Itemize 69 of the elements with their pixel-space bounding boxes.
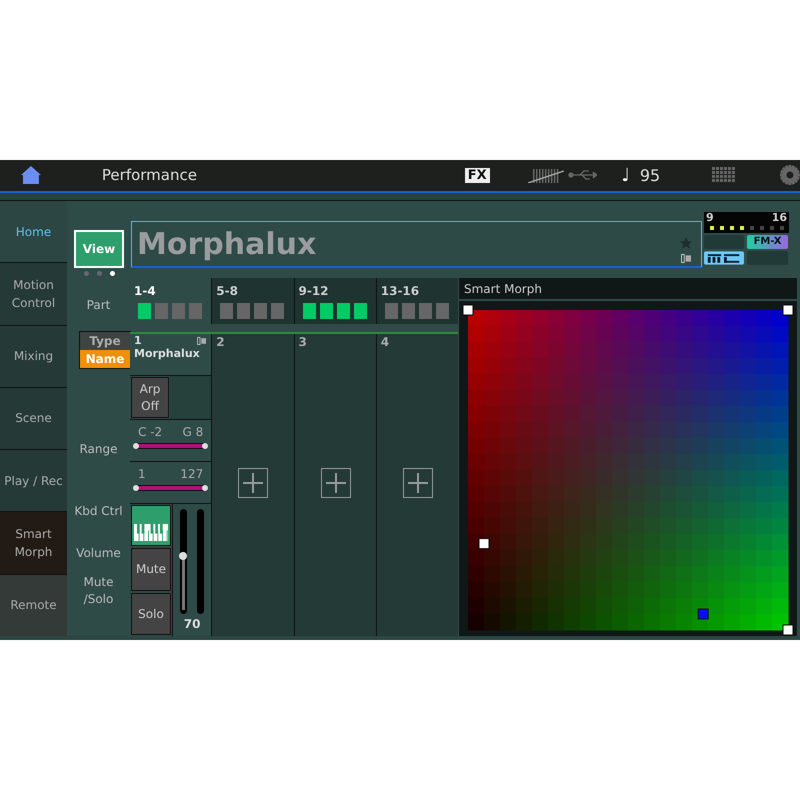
- fm-x-badge: FM-X: [747, 235, 788, 249]
- part-name-cell[interactable]: 1 Morphalux: [130, 334, 212, 376]
- morph-point[interactable]: [478, 538, 490, 550]
- row-label: Volume: [76, 546, 121, 560]
- fx-button[interactable]: FX: [464, 168, 490, 183]
- grid-icon[interactable]: [712, 167, 736, 184]
- range-end: 16: [772, 212, 787, 224]
- panel-title: Smart Morph: [459, 278, 797, 301]
- cursor-marker[interactable]: [698, 608, 709, 620]
- row-label: Mute /Solo: [82, 574, 115, 608]
- usb-icon: [568, 169, 598, 182]
- add-icon[interactable]: [320, 468, 350, 498]
- solo-button[interactable]: Solo: [131, 592, 171, 635]
- sidebar-tab[interactable]: Smart Morph: [0, 512, 67, 574]
- keyboard-meter-icon: [528, 167, 564, 184]
- row-label: Part: [86, 298, 110, 312]
- velocity-low: 1: [138, 467, 146, 481]
- note-icon: ♩: [621, 164, 630, 186]
- part-number: 2: [216, 335, 226, 349]
- range-start: 9: [706, 212, 714, 224]
- sidebar-tab[interactable]: Play / Rec: [0, 450, 67, 512]
- toggle-option[interactable]: Type: [80, 332, 130, 350]
- sidebar-tab[interactable]: Home: [0, 201, 67, 262]
- group-label: 9-12: [298, 284, 329, 298]
- add-icon[interactable]: [402, 468, 433, 498]
- sidebar-tab[interactable]: Remote: [0, 574, 67, 636]
- group-label: 5-8: [216, 284, 238, 298]
- page-title: Performance: [102, 166, 198, 184]
- row-label: Range: [79, 442, 118, 456]
- home-icon[interactable]: [21, 166, 41, 184]
- velocity-range-slider[interactable]: [136, 486, 206, 490]
- view-button[interactable]: View: [74, 230, 124, 268]
- slider-thumb[interactable]: [179, 552, 188, 560]
- group-label: 13-16: [380, 284, 420, 298]
- part-group-tab[interactable]: 9-12: [294, 278, 376, 324]
- volume-value: 70: [184, 617, 200, 631]
- note-high: G 8: [182, 425, 204, 439]
- settings-icon[interactable]: [780, 165, 800, 186]
- morph-point[interactable]: [462, 304, 474, 316]
- velocity-high: 127: [180, 467, 204, 481]
- note-range-slider[interactable]: [136, 444, 206, 448]
- sidebar-tab[interactable]: Mixing: [0, 326, 67, 387]
- part-number: 3: [298, 335, 308, 349]
- group-label: 1-4: [134, 284, 156, 298]
- sidebar-tab[interactable]: Scene: [0, 388, 67, 450]
- star-icon[interactable]: [679, 236, 693, 250]
- part-icon: [681, 254, 692, 263]
- morph-point[interactable]: [782, 304, 794, 316]
- name-field[interactable]: Morphalux: [131, 221, 702, 268]
- part-number: 1: [134, 334, 142, 347]
- part-name: Morphalux: [134, 347, 201, 360]
- arp-button[interactable]: Arp Off: [131, 377, 169, 418]
- tempo-value[interactable]: 95: [640, 166, 660, 185]
- part-group-tab[interactable]: 1-4: [130, 278, 212, 324]
- note-low: C -2: [138, 425, 162, 439]
- morph-map[interactable]: [468, 310, 788, 630]
- row-label: Kbd Ctrl: [74, 504, 123, 518]
- part-group-tab[interactable]: 13-16: [376, 278, 458, 324]
- morph-point[interactable]: [782, 624, 794, 636]
- sidebar-tab[interactable]: Motion Control: [0, 263, 67, 325]
- part-group-tab[interactable]: 5-8: [212, 278, 294, 324]
- mc-badge-icon: [704, 251, 744, 265]
- keyboard-control-button[interactable]: [131, 505, 171, 546]
- part-icon: [197, 336, 208, 344]
- mute-button[interactable]: Mute: [131, 548, 171, 590]
- add-icon[interactable]: [238, 468, 268, 498]
- part-number: 4: [380, 335, 390, 349]
- keyboard-icon: [134, 524, 168, 541]
- volume-slider[interactable]: [180, 509, 188, 614]
